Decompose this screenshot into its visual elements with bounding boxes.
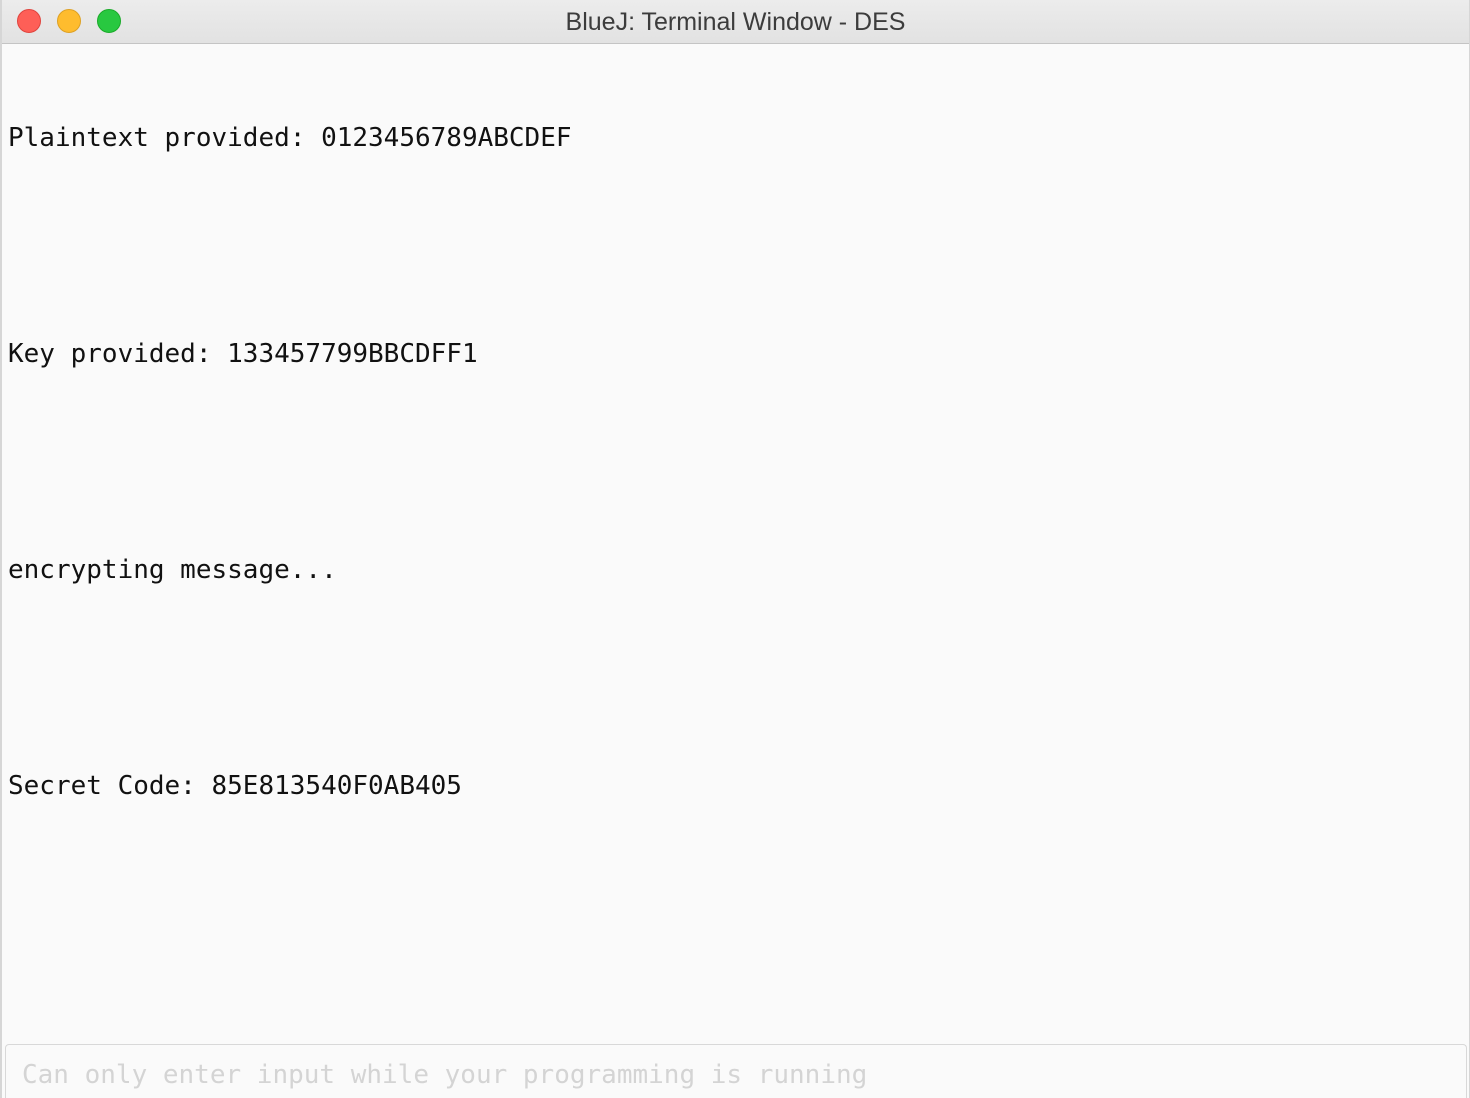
window-title: BlueJ: Terminal Window - DES: [565, 8, 906, 36]
title-bar[interactable]: BlueJ: Terminal Window - DES: [2, 0, 1469, 44]
terminal-output[interactable]: Plaintext provided: 0123456789ABCDEF Key…: [8, 48, 1463, 1042]
output-line-key: Key provided: 133457799BBCDFF1: [8, 339, 478, 369]
output-line-plaintext: Plaintext provided: 0123456789ABCDEF: [8, 123, 572, 153]
terminal-window: BlueJ: Terminal Window - DES Plaintext p…: [0, 0, 1470, 1098]
output-line-blank: [8, 660, 1463, 696]
terminal-input-field[interactable]: [6, 1045, 1466, 1098]
output-line-blank: [8, 444, 1463, 480]
output-line-blank: [8, 228, 1463, 264]
terminal-input-bar: [5, 1044, 1467, 1098]
output-line-secret-code: Secret Code: 85E813540F0AB405: [8, 771, 462, 801]
output-line-status: encrypting message...: [8, 555, 337, 585]
